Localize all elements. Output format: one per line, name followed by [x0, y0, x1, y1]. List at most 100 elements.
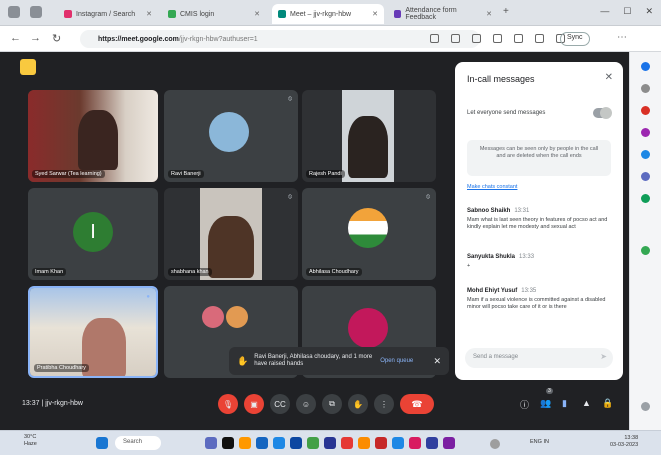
chrome-icon[interactable]: [307, 437, 319, 449]
clock[interactable]: 13:38 03-03-2023: [610, 435, 638, 450]
mic-muted-icon: ⦸: [426, 194, 430, 200]
outlook-icon[interactable]: [641, 194, 650, 203]
forward-icon[interactable]: →: [30, 32, 41, 44]
language-indicator[interactable]: ENG IN: [530, 439, 549, 445]
start-icon[interactable]: [96, 437, 108, 449]
url-path: /jjv-rkgn-hbw?authuser=1: [178, 35, 258, 43]
close-window-icon[interactable]: ✕: [645, 6, 653, 17]
close-tab-icon[interactable]: ✕: [146, 10, 152, 18]
app-icon[interactable]: [426, 437, 438, 449]
camera-off-button[interactable]: ▣: [244, 394, 264, 414]
participant-figure: [78, 110, 118, 170]
participant-tile[interactable]: ⦸ Ravi Banerji: [164, 90, 298, 182]
participant-avatar: [209, 112, 249, 152]
participant-tile[interactable]: ⦸ shabhana khan: [164, 188, 298, 280]
participant-tile[interactable]: ⦸ Abhilasa Choudhary: [302, 188, 436, 280]
camera-permission-icon[interactable]: [430, 34, 439, 43]
raise-hand-button[interactable]: ✋: [348, 394, 368, 414]
sync-button[interactable]: Sync: [560, 32, 590, 46]
app-icon[interactable]: [409, 437, 421, 449]
participant-tile[interactable]: Syed Sarwar (Tea learning): [28, 90, 158, 182]
sidebar-settings-icon[interactable]: [641, 402, 650, 411]
maximize-icon[interactable]: ☐: [623, 6, 631, 17]
tab-4[interactable]: Attendance form Feedback ✕: [388, 4, 498, 24]
app-icon[interactable]: [358, 437, 370, 449]
end-call-button[interactable]: ☎: [400, 394, 434, 414]
send-icon[interactable]: ➤: [600, 352, 607, 361]
address-bar[interactable]: https://meet.google.com/jjv-rkgn-hbw?aut…: [80, 30, 480, 48]
message-sender: Mohd Ehiyt Yusuf: [467, 288, 518, 294]
weather-widget[interactable]: 30°C Haze: [24, 434, 37, 448]
favorite-icon[interactable]: [514, 34, 523, 43]
collections-icon[interactable]: [535, 34, 544, 43]
chat-icon[interactable]: ▮: [562, 398, 567, 409]
app-icon[interactable]: [392, 437, 404, 449]
chat-panel: In-call messages ✕ Let everyone send mes…: [455, 62, 623, 380]
search-icon[interactable]: [641, 84, 650, 93]
more-menu-icon[interactable]: ⋯: [617, 32, 627, 43]
tools-icon[interactable]: [641, 128, 650, 137]
message-text: +: [467, 263, 471, 269]
emoji-button[interactable]: ☺: [296, 394, 316, 414]
file-explorer-icon[interactable]: [239, 437, 251, 449]
participant-figure: [208, 216, 254, 278]
office-icon[interactable]: [641, 172, 650, 181]
present-button[interactable]: ⧉: [322, 394, 342, 414]
people-icon[interactable]: 👥: [540, 398, 551, 409]
store-icon[interactable]: [273, 437, 285, 449]
send-messages-toggle[interactable]: [593, 107, 612, 119]
tab-actions-icon[interactable]: [30, 6, 42, 18]
activities-icon[interactable]: ▲: [582, 398, 591, 408]
reader-icon[interactable]: [493, 34, 502, 43]
mail-icon[interactable]: [290, 437, 302, 449]
close-tab-icon[interactable]: ✕: [372, 10, 378, 18]
app-icon[interactable]: [222, 437, 234, 449]
tab-1[interactable]: Instagram / Search ✕: [58, 4, 158, 24]
close-tab-icon[interactable]: ✕: [254, 10, 260, 18]
tray-overflow-icon[interactable]: [490, 439, 500, 449]
clock-time: 13:38: [624, 435, 639, 441]
add-sidebar-icon[interactable]: [641, 246, 650, 255]
close-notification-icon[interactable]: ✕: [433, 356, 441, 367]
tab-3-active[interactable]: Meet – jjv-rkgn-hbw ✕: [272, 4, 384, 24]
close-tab-icon[interactable]: ✕: [486, 10, 492, 18]
close-panel-icon[interactable]: ✕: [605, 72, 613, 83]
meeting-info: 13:37 | jjv-rkgn-hbw: [22, 400, 83, 407]
participant-name: Syed Sarwar (Tea learning): [32, 170, 105, 178]
back-icon[interactable]: ←: [10, 32, 21, 44]
meeting-code: jjv-rkgn-hbw: [45, 400, 83, 407]
meeting-details-icon[interactable]: ⓘ: [520, 398, 529, 411]
minimize-icon[interactable]: —: [600, 6, 609, 17]
task-view-icon[interactable]: [205, 437, 217, 449]
teams-icon[interactable]: [324, 437, 336, 449]
tab-2[interactable]: CMIS login ✕: [162, 4, 266, 24]
app-icon[interactable]: [443, 437, 455, 449]
zoom-icon[interactable]: [451, 34, 460, 43]
taskbar-search[interactable]: Search: [115, 436, 161, 450]
captions-button[interactable]: CC: [270, 394, 290, 414]
app-icon[interactable]: [375, 437, 387, 449]
host-controls-icon[interactable]: 🔒: [602, 398, 613, 409]
extension-icon[interactable]: [472, 34, 481, 43]
new-tab-button[interactable]: +: [503, 6, 509, 17]
weather-desc: Haze: [24, 441, 37, 448]
taskbar: 30°C Haze Search ENG IN 13:38 03-03-2023: [0, 430, 661, 455]
workspaces-icon[interactable]: [8, 6, 20, 18]
message-time: 13:31: [514, 208, 530, 214]
open-queue-link[interactable]: Open queue: [380, 358, 413, 364]
edge-icon[interactable]: [256, 437, 268, 449]
participant-tile[interactable]: I Imam Khan: [28, 188, 158, 280]
app-icon[interactable]: [341, 437, 353, 449]
toolbar-icons: [430, 34, 565, 43]
message-text: Mam if a sexual violence is committed ag…: [467, 297, 606, 311]
participant-tile[interactable]: Rajesh Pandi: [302, 90, 436, 182]
copilot-icon[interactable]: [641, 62, 650, 71]
more-options-button[interactable]: ⋮: [374, 394, 394, 414]
chat-constant-link[interactable]: Make chats constant: [467, 184, 517, 190]
participant-tile[interactable]: ● Pratibha Choudhary: [28, 286, 158, 378]
reload-icon[interactable]: ↻: [52, 32, 61, 45]
mic-off-button[interactable]: 🎙: [218, 394, 238, 414]
chat-input[interactable]: Send a message: [465, 348, 613, 368]
games-icon[interactable]: [641, 150, 650, 159]
shopping-icon[interactable]: [641, 106, 650, 115]
